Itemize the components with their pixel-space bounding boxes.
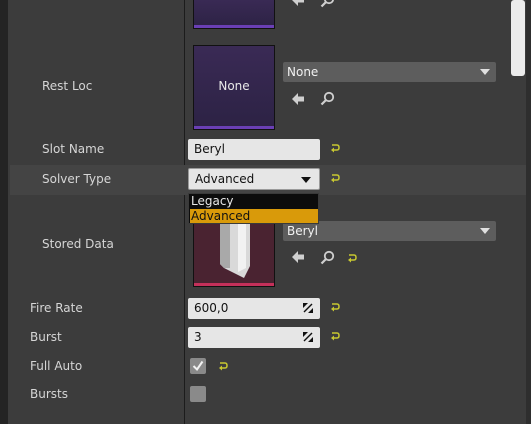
reset-to-default-icon[interactable] [330, 302, 340, 312]
slot-name-value: Beryl [194, 142, 225, 156]
asset-type-bar [194, 283, 274, 286]
reset-to-default-icon[interactable] [347, 253, 357, 263]
previous-asset-thumbnail[interactable] [193, 0, 275, 29]
fire-rate-label: Fire Rate [30, 301, 83, 315]
solver-type-combo[interactable]: Advanced [188, 168, 320, 190]
reset-to-default-icon[interactable] [330, 143, 340, 153]
slot-name-label: Slot Name [42, 142, 105, 156]
dropdown-chevron-icon [480, 228, 490, 234]
checkmark-icon [192, 360, 204, 372]
thumbnail-none-text: None [218, 79, 250, 93]
dropdown-chevron-icon [480, 69, 490, 75]
stored-data-label: Stored Data [42, 237, 114, 251]
fire-rate-numeric-field[interactable]: 600,0 [188, 298, 320, 319]
scrollbar-thumb[interactable] [511, 0, 525, 76]
burst-value: 3 [194, 330, 202, 344]
back-arrow-icon[interactable] [291, 0, 305, 7]
fire-rate-value: 600,0 [194, 301, 229, 315]
scrollbar-track[interactable] [526, 0, 531, 424]
browse-magnifier-icon[interactable] [320, 91, 335, 106]
full-auto-checkbox[interactable] [190, 358, 206, 374]
rest-loc-asset-thumbnail[interactable]: None [193, 45, 275, 130]
back-arrow-icon[interactable] [291, 250, 305, 264]
bursts-label: Bursts [30, 387, 68, 401]
burst-numeric-field[interactable]: 3 [188, 327, 320, 348]
asset-type-bar [194, 126, 274, 129]
stored-data-asset-value: Beryl [287, 224, 318, 238]
browse-magnifier-icon[interactable] [320, 250, 335, 265]
solver-type-dropdown-menu: Legacy Advanced [188, 193, 319, 224]
reset-to-default-icon[interactable] [330, 331, 340, 341]
spin-drag-icon[interactable] [302, 331, 314, 343]
rest-loc-asset-value: None [287, 65, 319, 79]
dropdown-chevron-icon [301, 177, 311, 183]
slot-name-field[interactable]: Beryl [188, 139, 320, 160]
dropdown-option-legacy[interactable]: Legacy [190, 194, 318, 208]
column-divider[interactable] [184, 0, 185, 424]
dropdown-option-advanced[interactable]: Advanced [190, 209, 318, 223]
burst-label: Burst [30, 330, 62, 344]
rest-loc-label: Rest Loc [42, 79, 93, 93]
reset-to-default-icon[interactable] [218, 361, 228, 371]
spin-drag-icon[interactable] [302, 302, 314, 314]
reset-to-default-icon[interactable] [330, 173, 340, 183]
back-arrow-icon[interactable] [291, 92, 305, 106]
asset-type-bar [194, 25, 274, 28]
rest-loc-asset-picker[interactable]: None [283, 62, 496, 82]
solver-type-label: Solver Type [42, 172, 112, 186]
solver-type-value: Advanced [195, 172, 255, 186]
stored-data-asset-picker[interactable]: Beryl [283, 221, 496, 241]
browse-magnifier-icon[interactable] [320, 0, 335, 8]
full-auto-label: Full Auto [30, 359, 83, 373]
bursts-checkbox[interactable] [190, 386, 206, 402]
left-gutter [0, 0, 8, 424]
